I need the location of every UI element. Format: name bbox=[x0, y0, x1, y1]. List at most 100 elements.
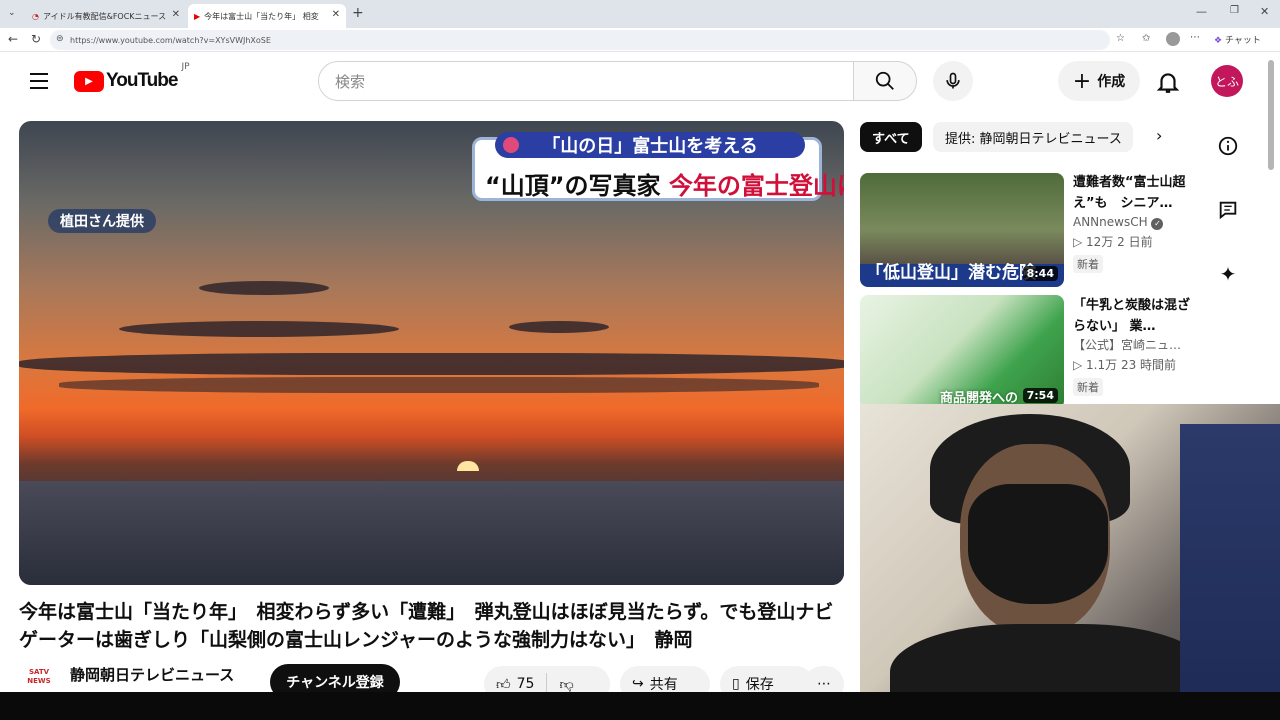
youtube-header: ▶ YouTube JP 検索 + 作成 とふ bbox=[0, 52, 1280, 110]
create-button[interactable]: + 作成 bbox=[1058, 61, 1140, 101]
window-close-icon[interactable]: ✕ bbox=[1260, 5, 1269, 18]
more-icon[interactable]: ⋯ bbox=[1190, 32, 1200, 43]
restore-icon[interactable]: ❐ bbox=[1230, 5, 1239, 16]
chat-icon bbox=[1219, 201, 1237, 220]
voice-search-button[interactable] bbox=[933, 61, 973, 101]
url-text: https://www.youtube.com/watch?v=XYsVWJhX… bbox=[70, 35, 271, 45]
save-label: 保存 bbox=[745, 677, 774, 693]
cloud-shape bbox=[119, 321, 399, 337]
cloud-shape bbox=[509, 321, 609, 333]
new-tab-icon[interactable]: + bbox=[352, 5, 364, 21]
taskbar-strip bbox=[0, 692, 1280, 720]
channel-avatar[interactable]: SATV NEWS bbox=[21, 668, 57, 694]
sparkle-icon[interactable]: ✦ bbox=[1213, 259, 1243, 289]
caption-topic-banner: 「山の日」富士山を考える bbox=[495, 132, 805, 158]
browser-tab-bar: ⌄ ◔ アイドル有教配信&FOCKニュース ✕ ▶ 今年は富士山「当たり年」 相… bbox=[0, 0, 1280, 28]
copilot-label: チャット bbox=[1224, 36, 1261, 46]
recommendation-channel[interactable]: 【公式】宮崎ニュ… bbox=[1073, 335, 1181, 355]
tab-1-title: アイドル有教配信&FOCKニュース bbox=[42, 11, 167, 21]
copilot-button[interactable]: ❖ チャット bbox=[1214, 33, 1261, 46]
channel-name[interactable]: 静岡朝日テレビニュース bbox=[70, 664, 234, 685]
search-icon bbox=[875, 71, 894, 90]
recommendation-thumbnail[interactable]: 「低山登山」潜む危険 8:44 bbox=[860, 173, 1064, 287]
recommendation-thumbnail[interactable]: 商品開発への 7:54 bbox=[860, 295, 1064, 409]
info-icon bbox=[1218, 136, 1238, 156]
search-input[interactable]: 検索 bbox=[318, 61, 854, 101]
close-icon[interactable]: ✕ bbox=[172, 9, 180, 20]
scrollbar-thumb[interactable] bbox=[1268, 60, 1274, 170]
video-caption-box: 「山の日」富士山を考える “山頂”の写真家 今年の富士登山は bbox=[472, 132, 844, 201]
tab-2-title: 今年は富士山「当たり年」 相変 bbox=[204, 11, 319, 21]
search-placeholder: 検索 bbox=[335, 72, 366, 91]
tab-1[interactable]: ◔ アイドル有教配信&FOCKニュース ✕ bbox=[26, 4, 186, 28]
tab-2-active[interactable]: ▶ 今年は富士山「当たり年」 相変 ✕ bbox=[188, 4, 346, 28]
recommendation-channel: ANNnewsCH ✓ bbox=[1073, 212, 1164, 232]
site-info-icon[interactable]: ⊜ bbox=[56, 34, 64, 44]
sun-shape bbox=[457, 461, 479, 471]
plus-icon: + bbox=[1072, 68, 1092, 94]
recommendation-title[interactable]: 遭難者数“富士山超え”も シニア… bbox=[1073, 172, 1193, 214]
close-icon[interactable]: ✕ bbox=[332, 9, 340, 20]
caption-headline-right: 今年の富士登山は bbox=[668, 172, 844, 200]
video-credit-label: 植田さん提供 bbox=[48, 209, 156, 233]
microphone-icon bbox=[946, 72, 960, 89]
youtube-favicon-icon: ▶ bbox=[194, 11, 201, 21]
browser-address-bar: ← ↻ ⊜ https://www.youtube.com/watch?v=XY… bbox=[0, 28, 1280, 52]
favorites-icon[interactable]: ✩ bbox=[1142, 33, 1150, 44]
caption-headline-left: “山頂”の写真家 bbox=[485, 172, 661, 200]
tab-favicon-icon: ◔ bbox=[32, 11, 39, 21]
share-label: 共有 bbox=[649, 677, 678, 693]
recommendation-title[interactable]: 「牛乳と炭酸は混ざらない」 業… bbox=[1073, 295, 1193, 337]
more-icon: ⋯ bbox=[817, 676, 831, 692]
search-button[interactable] bbox=[853, 61, 917, 101]
youtube-play-icon: ▶ bbox=[74, 70, 104, 92]
cloud-band bbox=[59, 377, 819, 393]
chip-channel[interactable]: 提供: 静岡朝日テレビニュース bbox=[933, 122, 1133, 152]
verified-icon: ✓ bbox=[1151, 218, 1164, 230]
sea-of-clouds bbox=[19, 481, 844, 585]
share-icon: ↪ bbox=[632, 676, 644, 692]
like-count[interactable]: 75 bbox=[517, 676, 535, 692]
new-badge: 新着 bbox=[1073, 255, 1103, 273]
play-circle-icon bbox=[503, 137, 519, 153]
back-icon[interactable]: ← bbox=[8, 32, 18, 46]
recommendation-meta: ▷ 12万 2 日前 bbox=[1073, 235, 1153, 249]
new-badge: 新着 bbox=[1073, 378, 1103, 396]
cloud-band bbox=[19, 353, 844, 375]
url-field[interactable]: ⊜ https://www.youtube.com/watch?v=XYsVWJ… bbox=[50, 30, 1110, 50]
notifications-button[interactable] bbox=[1155, 69, 1181, 99]
create-label: 作成 bbox=[1097, 74, 1126, 90]
clothes-rack-shape bbox=[1180, 424, 1280, 720]
chat-button[interactable] bbox=[1213, 195, 1243, 225]
bookmark-icon: ▯ bbox=[732, 676, 740, 692]
reload-icon[interactable]: ↻ bbox=[31, 32, 41, 46]
minimize-icon[interactable]: — bbox=[1196, 5, 1207, 18]
mask-shape bbox=[968, 484, 1108, 604]
profile-icon[interactable] bbox=[1166, 32, 1180, 46]
duration-badge: 7:54 bbox=[1022, 388, 1058, 403]
caption-topic-text: 「山の日」富士山を考える bbox=[542, 136, 758, 157]
video-player[interactable]: 植田さん提供 「山の日」富士山を考える “山頂”の写真家 今年の富士登山は bbox=[19, 121, 844, 585]
webcam-overlay bbox=[860, 404, 1280, 720]
bell-icon bbox=[1156, 73, 1180, 93]
hamburger-menu-icon[interactable] bbox=[30, 73, 48, 89]
thumbs-down-icon[interactable]: 👎︎ bbox=[559, 676, 573, 693]
star-icon[interactable]: ☆ bbox=[1116, 33, 1125, 44]
channel-label[interactable]: ANNnewsCH bbox=[1073, 215, 1148, 229]
video-title: 今年は富士山「当たり年」 相変わらず多い「遭難」 弾丸登山はほぼ見当たらず。でも… bbox=[19, 601, 834, 651]
youtube-logo[interactable]: ▶ YouTube JP bbox=[74, 62, 190, 92]
info-button[interactable] bbox=[1213, 131, 1243, 161]
cloud-shape bbox=[199, 281, 329, 295]
caption-headline: “山頂”の写真家 今年の富士登山は bbox=[485, 166, 844, 201]
recommendation-meta: ▷ 1.1万 23 時間前 bbox=[1073, 358, 1177, 372]
region-code: JP bbox=[181, 62, 190, 72]
filter-chips: すべて 提供: 静岡朝日テレビニュース › bbox=[860, 122, 1180, 152]
tab-list-icon[interactable]: ⌄ bbox=[8, 8, 16, 18]
thumbs-up-icon[interactable]: 👍︎ bbox=[496, 676, 511, 693]
chevron-right-icon[interactable]: › bbox=[1156, 126, 1162, 145]
avatar[interactable]: とふ bbox=[1211, 65, 1243, 97]
copilot-icon: ❖ bbox=[1214, 36, 1223, 46]
chip-all[interactable]: すべて bbox=[860, 122, 922, 152]
duration-badge: 8:44 bbox=[1022, 266, 1058, 281]
logo-text: YouTube bbox=[106, 70, 178, 91]
